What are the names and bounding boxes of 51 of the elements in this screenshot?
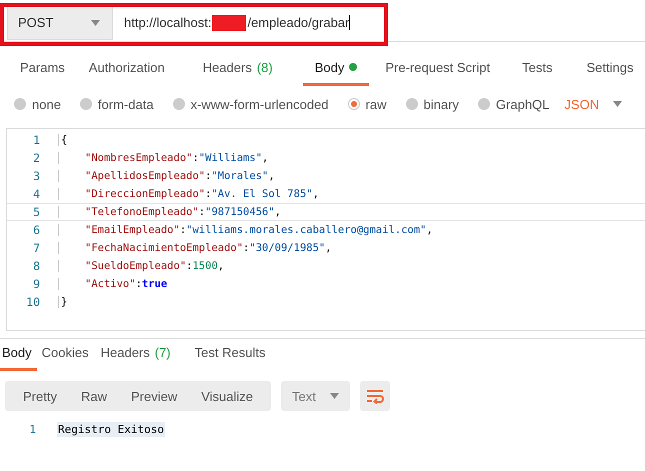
wrap-button[interactable]: [360, 381, 390, 411]
response-format-dropdown[interactable]: Text: [281, 381, 350, 411]
line-number: 5: [32, 205, 40, 219]
request-tab[interactable]: Params: [8, 60, 77, 86]
radio-option[interactable]: none: [14, 96, 61, 112]
request-tab[interactable]: Headers (8): [190, 60, 285, 86]
request-tab[interactable]: Pre-request Script: [373, 60, 502, 86]
line-number: 2: [32, 151, 40, 165]
response-text: Registro Exitoso: [57, 422, 165, 436]
caret-icon: [330, 393, 339, 399]
code-line[interactable]: "TelefonoEmpleado":"987150456",: [58, 206, 281, 218]
code-line[interactable]: }: [58, 296, 68, 308]
line-number: 6: [32, 223, 40, 237]
line-number: 8: [32, 259, 40, 273]
response-tab[interactable]: Test Results: [190, 345, 270, 371]
response-tab[interactable]: Cookies: [36, 345, 94, 371]
code-line[interactable]: {: [58, 134, 68, 146]
code-line[interactable]: "FechaNacimientoEmpleado":"30/09/1985",: [58, 242, 332, 254]
line-number: 7: [32, 241, 40, 255]
radio-option[interactable]: GraphQL: [478, 96, 550, 112]
view-mode-tab[interactable]: Preview: [118, 381, 190, 411]
radio-option[interactable]: binary: [406, 96, 459, 112]
radio-option[interactable]: x-www-form-urlencoded: [172, 96, 329, 112]
code-line[interactable]: "DireccionEmpleado":"Av. El Sol 785",: [58, 188, 319, 200]
line-number: 1: [32, 133, 40, 147]
method-dropdown[interactable]: POST: [7, 6, 113, 40]
request-tab[interactable]: Tests: [510, 60, 564, 86]
code-line[interactable]: "NombresEmpleado":"Williams",: [58, 152, 268, 164]
line-number: 10: [25, 295, 40, 309]
code-line[interactable]: "EmailEmpleado":"williams.morales.caballero@gmail.com",: [58, 224, 433, 236]
view-mode-tab[interactable]: Pretty: [11, 381, 69, 411]
line-number: 9: [32, 277, 40, 291]
view-mode-tab[interactable]: Raw: [68, 381, 119, 411]
radio-option[interactable]: raw: [348, 96, 386, 112]
code-line[interactable]: "SueldoEmpleado":1500,: [58, 260, 224, 272]
response-tab[interactable]: Body: [0, 345, 37, 371]
code-line[interactable]: "ApellidosEmpleado":"Morales",: [58, 170, 275, 182]
code-line[interactable]: "Activo":true: [58, 278, 168, 290]
wrap-lines-icon: [366, 388, 384, 404]
caret-icon: [613, 101, 622, 107]
request-tab[interactable]: Authorization: [76, 60, 177, 86]
line-number: 4: [32, 187, 40, 201]
view-mode-tab[interactable]: Visualize: [189, 381, 266, 411]
request-tab[interactable]: Settings: [574, 60, 645, 86]
url-field[interactable]: http://localhost: /empleado/grabar: [113, 6, 350, 40]
line-number: 3: [32, 169, 40, 183]
radio-option[interactable]: form-data: [80, 96, 154, 112]
request-tab[interactable]: Body: [302, 60, 370, 86]
line-number: 1: [28, 422, 36, 436]
response-tab[interactable]: Headers (7): [96, 345, 176, 371]
caret-icon: [91, 20, 100, 26]
